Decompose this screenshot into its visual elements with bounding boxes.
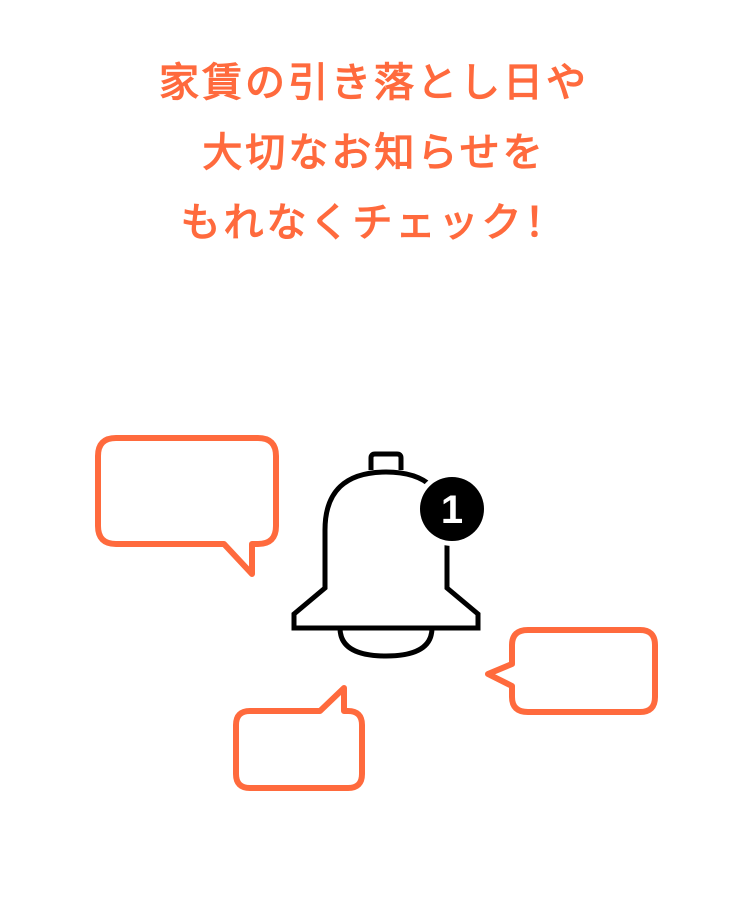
notification-badge: 1 (415, 472, 489, 546)
notification-illustration: 1 (95, 435, 658, 791)
speech-bubble-icon (233, 685, 365, 791)
badge-count: 1 (441, 488, 463, 532)
speech-bubble-icon (485, 627, 658, 715)
speech-bubble-icon (95, 435, 279, 577)
